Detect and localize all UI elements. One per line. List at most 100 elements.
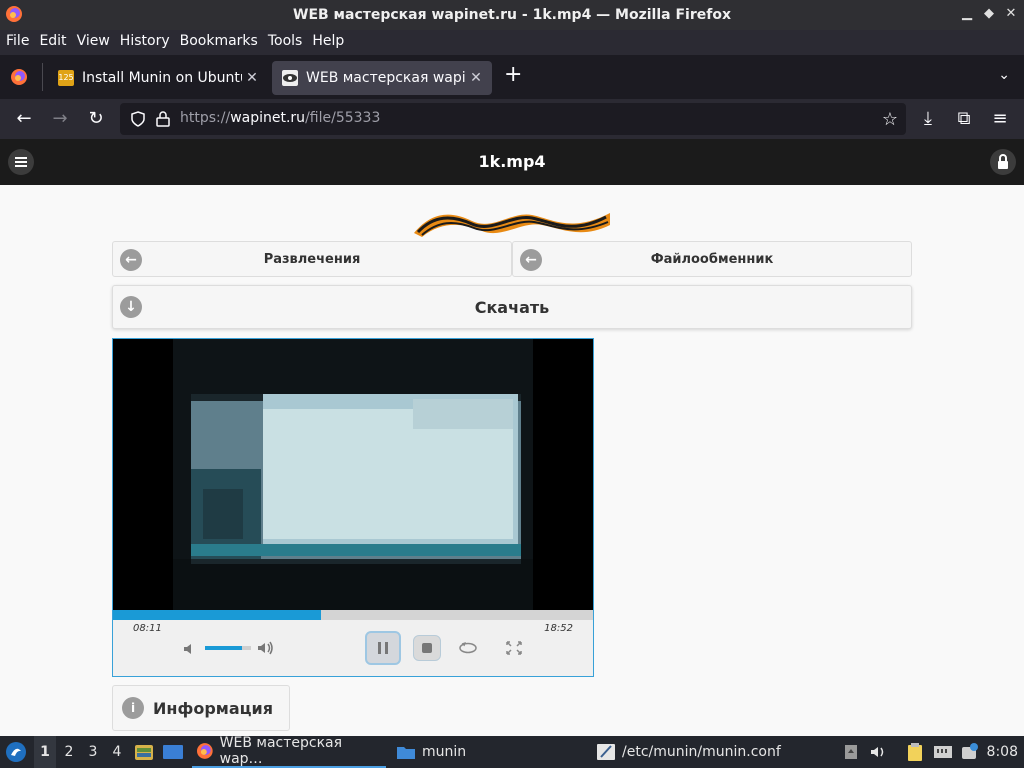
- tab-wapinet[interactable]: WEB мастерская wapinet.ru ✕: [272, 61, 492, 95]
- page-title: 1k.mp4: [478, 152, 546, 171]
- close-tab-icon[interactable]: ✕: [466, 70, 486, 86]
- app-menu-icon[interactable]: ≡: [988, 107, 1012, 131]
- page-content: ← Развлечения ← Файлообменник ↓ Скачать: [0, 185, 1024, 736]
- lock-icon[interactable]: [156, 111, 170, 127]
- seek-bar-fill: [113, 610, 322, 620]
- notification-tray-icon[interactable]: [960, 736, 978, 768]
- navigation-bar: ← → ↻ https://wapinet.ru/file/55333 ☆ ⤓ …: [0, 99, 1024, 139]
- maximize-icon[interactable]: ◆: [982, 6, 996, 22]
- loop-icon: [459, 642, 477, 654]
- text-editor-icon: [597, 744, 615, 760]
- lock-icon: [998, 154, 1008, 169]
- desktop: WEB мастерская wapinet.ru - 1k.mp4 — Moz…: [0, 0, 1024, 768]
- download-button[interactable]: ↓ Скачать: [112, 285, 912, 329]
- new-tab-icon[interactable]: +: [504, 62, 522, 87]
- current-time: 08:11: [133, 623, 162, 634]
- workspace-2[interactable]: 2: [58, 736, 80, 768]
- nav-entertainment-button[interactable]: ← Развлечения: [112, 241, 512, 277]
- stop-button[interactable]: [413, 635, 441, 661]
- tab-install-munin[interactable]: 125 Install Munin on Ubuntu 22.04 ✕: [48, 61, 268, 95]
- stop-icon: [422, 643, 432, 653]
- seek-bar[interactable]: [113, 610, 593, 620]
- lxqt-start-icon: [6, 742, 26, 762]
- pause-icon: [378, 642, 388, 654]
- nav-fileshare-button[interactable]: ← Файлообменник: [512, 241, 912, 277]
- video-frame[interactable]: [113, 339, 593, 610]
- information-label: Информация: [153, 698, 273, 718]
- taskbar-task-munin[interactable]: munin: [394, 736, 574, 768]
- url-bar[interactable]: https://wapinet.ru/file/55333 ☆: [120, 103, 906, 135]
- duration: 18:52: [544, 623, 573, 634]
- extensions-icon[interactable]: ⧉: [952, 107, 976, 131]
- volume-tray-icon[interactable]: [870, 736, 888, 768]
- site-header: 1k.mp4: [0, 139, 1024, 185]
- folder-icon: [397, 747, 415, 759]
- nav-right-label: Файлообменник: [650, 251, 774, 267]
- taskbar-task-firefox[interactable]: WEB мастерская wap…: [192, 735, 386, 768]
- taskbar: 1 2 3 4 WEB мастерская wap… munin /etc/m…: [0, 735, 1024, 768]
- file-manager-launcher[interactable]: [134, 736, 154, 768]
- menu-file[interactable]: File: [6, 33, 29, 49]
- workspace-1[interactable]: 1: [34, 736, 56, 768]
- forward-icon[interactable]: →: [48, 107, 72, 131]
- site-lock-button[interactable]: [990, 149, 1016, 175]
- network-tray-icon[interactable]: [932, 736, 954, 768]
- tab-label: Install Munin on Ubuntu 22.04: [82, 70, 242, 86]
- menu-help[interactable]: Help: [312, 33, 344, 49]
- window-title: WEB мастерская wapinet.ru - 1k.mp4 — Moz…: [293, 7, 731, 23]
- tray-update-icon[interactable]: [844, 736, 858, 768]
- st-george-ribbon-icon: [414, 213, 610, 237]
- close-icon[interactable]: ✕: [1004, 6, 1018, 22]
- task-label: /etc/munin/munin.conf: [622, 744, 781, 760]
- shield-icon[interactable]: [130, 111, 146, 127]
- firefox-icon: [196, 743, 213, 759]
- close-tab-icon[interactable]: ✕: [242, 70, 262, 86]
- volume-control[interactable]: [183, 639, 279, 657]
- menu-view[interactable]: View: [77, 33, 110, 49]
- menu-bookmarks[interactable]: Bookmarks: [180, 33, 258, 49]
- menu-history[interactable]: History: [120, 33, 170, 49]
- tab-favicon-icon: [282, 70, 298, 86]
- downloads-icon[interactable]: ⤓: [916, 107, 940, 131]
- start-menu-button[interactable]: [2, 736, 30, 768]
- firefox-view-icon[interactable]: [10, 68, 28, 86]
- volume-slider-fill: [205, 646, 242, 650]
- workspace-4[interactable]: 4: [106, 736, 128, 768]
- file-manager-icon: [135, 745, 153, 760]
- task-label: WEB мастерская wap…: [219, 735, 343, 767]
- firefox-icon: [6, 6, 22, 22]
- pause-button[interactable]: [365, 631, 401, 665]
- taskbar-task-editor[interactable]: /etc/munin/munin.conf: [594, 736, 814, 768]
- nav-left-label: Развлечения: [263, 251, 361, 267]
- back-icon[interactable]: ←: [12, 107, 36, 131]
- info-icon: i: [122, 697, 144, 719]
- clipboard-tray-icon[interactable]: [906, 736, 924, 768]
- video-player[interactable]: 08:11 18:52: [112, 338, 594, 677]
- download-label: Скачать: [474, 297, 550, 317]
- window-titlebar: WEB мастерская wapinet.ru - 1k.mp4 — Moz…: [0, 0, 1024, 30]
- arrow-left-icon: ←: [520, 249, 542, 271]
- volume-mute-icon[interactable]: [183, 642, 197, 656]
- volume-slider[interactable]: [205, 646, 251, 650]
- arrow-left-icon: ←: [120, 249, 142, 271]
- volume-max-icon[interactable]: [257, 640, 275, 656]
- menu-edit[interactable]: Edit: [39, 33, 66, 49]
- menubar: File Edit View History Bookmarks Tools H…: [0, 30, 1024, 52]
- menu-tools[interactable]: Tools: [268, 33, 303, 49]
- bookmark-star-icon[interactable]: ☆: [882, 109, 898, 130]
- tab-favicon-icon: 125: [58, 70, 74, 86]
- fullscreen-icon: [506, 641, 522, 655]
- arrow-down-icon: ↓: [120, 296, 142, 318]
- tab-label: WEB мастерская wapinet.ru: [306, 70, 466, 86]
- reload-icon[interactable]: ↻: [84, 107, 108, 131]
- clock: 8:08: [986, 744, 1018, 760]
- loop-button[interactable]: [453, 631, 483, 665]
- show-desktop-button[interactable]: [162, 736, 184, 768]
- information-button[interactable]: i Информация: [112, 685, 290, 731]
- minimize-icon[interactable]: ▁: [960, 6, 974, 22]
- workspace-3[interactable]: 3: [82, 736, 104, 768]
- url-text: https://wapinet.ru/file/55333: [180, 110, 381, 126]
- desktop-icon: [163, 745, 183, 759]
- fullscreen-button[interactable]: [499, 631, 529, 665]
- list-all-tabs-icon[interactable]: ⌄: [998, 67, 1010, 83]
